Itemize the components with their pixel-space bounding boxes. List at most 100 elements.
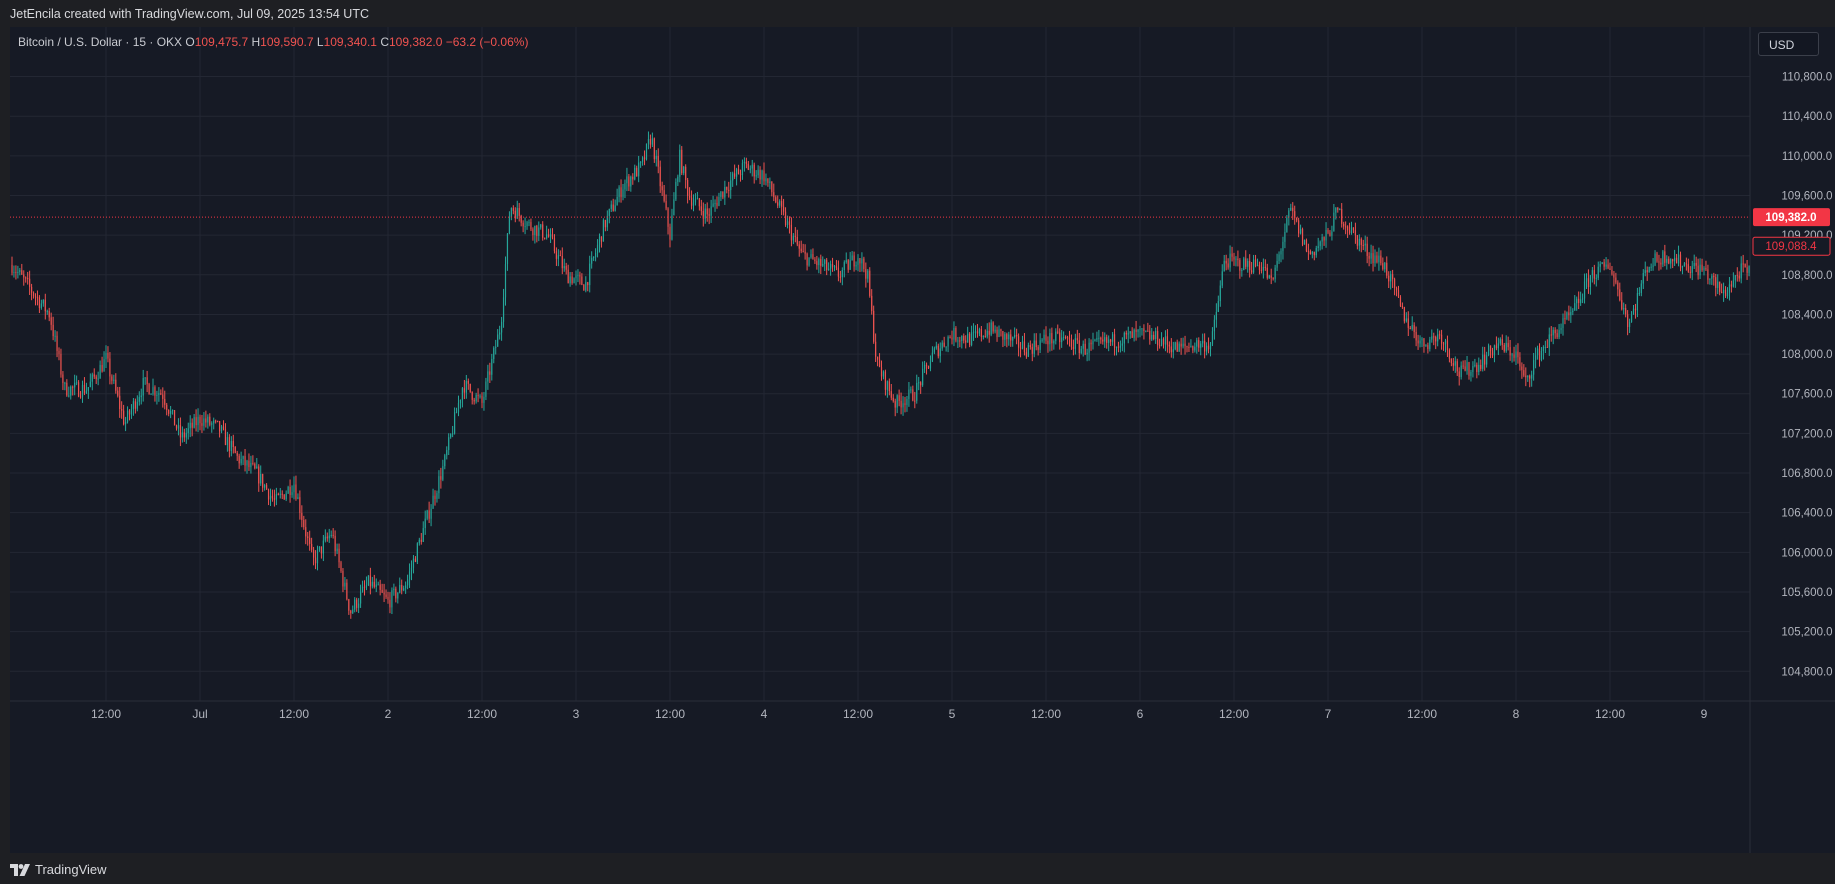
candle-body [132,401,135,410]
candle-body [311,543,313,550]
candle-body [191,422,193,428]
candle-body [886,381,888,390]
candle-body [1100,337,1102,340]
tradingview-logo[interactable]: TradingView [10,862,107,877]
candle-body [264,485,266,488]
candle-body [1423,338,1425,347]
candle-body [1591,270,1593,276]
candle-body [1251,270,1253,273]
candle-body [826,259,828,271]
candle-body [837,267,840,277]
candle-body [908,389,910,399]
candle-body [1211,331,1214,344]
candle-body [1621,300,1623,310]
candle-body [1707,269,1709,280]
candle-body [732,173,734,181]
candle-body [773,192,775,198]
candle-body [406,579,409,586]
candle-body [1625,308,1627,315]
candle-body [581,276,583,285]
candle-body [980,329,982,337]
candle-body [955,327,957,341]
candle-body [1703,267,1705,271]
candle-body [1660,262,1662,265]
candle-body [1055,331,1057,342]
candle-body [87,387,89,391]
candle-body [1350,227,1353,233]
candle-body [640,161,642,163]
candle-body [657,155,659,167]
candle-body [1145,330,1147,332]
candle-body [853,255,855,267]
candle-body [1233,256,1235,260]
candle-body [1615,277,1617,283]
candle-body [839,276,841,278]
candle-body [1106,337,1108,343]
high-label: H [251,35,261,49]
candle-body [649,138,652,145]
candle-body [1237,258,1239,260]
candle-body [1429,339,1431,349]
candle-body [892,397,894,402]
candle-body [412,558,415,568]
candle-body [326,536,328,539]
candle-body [226,437,229,446]
candle-body [896,395,898,408]
candle-body [99,364,101,379]
candle-body [152,387,154,394]
candle-body [252,462,254,464]
candle-body [1460,365,1462,377]
candle-body [784,211,787,226]
candle-body [963,335,965,341]
candle-body [1583,281,1586,299]
candle-body [136,401,138,409]
candle-body [1102,339,1104,342]
candle-body [992,322,994,332]
candle-body [1082,343,1084,349]
candle-body [1147,330,1149,332]
candle-body [1593,270,1595,279]
candle-body [134,401,136,409]
currency-button[interactable]: USD [1758,32,1819,56]
candle-body [1709,278,1711,280]
x-tick-label: 12:00 [467,707,497,721]
candle-body [829,264,832,269]
candle-body [471,391,473,400]
candle-body [510,208,512,218]
candle-body [1580,299,1582,303]
candle-body [1266,267,1268,278]
candle-body [1278,254,1280,261]
candle-body [228,437,230,452]
candle-body [1264,266,1266,268]
candle-body [986,330,988,337]
candle-body [256,466,258,469]
candle-body [549,234,552,237]
candle-body [463,388,465,393]
candle-body [1566,312,1568,319]
candle-body [1235,258,1237,260]
candle-body [273,498,276,500]
candle-body [1221,271,1223,286]
candle-body [788,221,791,225]
candle-body [126,410,129,422]
candle-body [779,201,781,206]
ohlc-legend: Bitcoin / U.S. Dollar · 15 · OKX O109,47… [18,35,528,49]
chart-svg[interactable]: 104,800.0 105,200.0 105,600.0 106,000.0 106,… [10,27,1835,853]
candle-body [344,582,346,587]
candle-body [487,371,489,382]
symbol-label[interactable]: Bitcoin / U.S. Dollar · 15 · OKX [18,35,182,49]
candle-body [585,282,587,291]
candle-body [1509,347,1511,356]
chart-area[interactable]: 104,800.0 105,200.0 105,600.0 106,000.0 106,… [10,27,1835,853]
tradingview-brand: TradingView [35,862,107,877]
candle-body [876,356,879,360]
candle-body [154,387,156,396]
candle-body [1092,340,1094,345]
candle-body [367,575,370,586]
candle-body [1390,274,1392,282]
candle-body [1468,362,1470,376]
candle-body [403,588,405,591]
candle-body [667,208,669,227]
candle-body [1207,345,1210,350]
candle-body [166,404,168,410]
